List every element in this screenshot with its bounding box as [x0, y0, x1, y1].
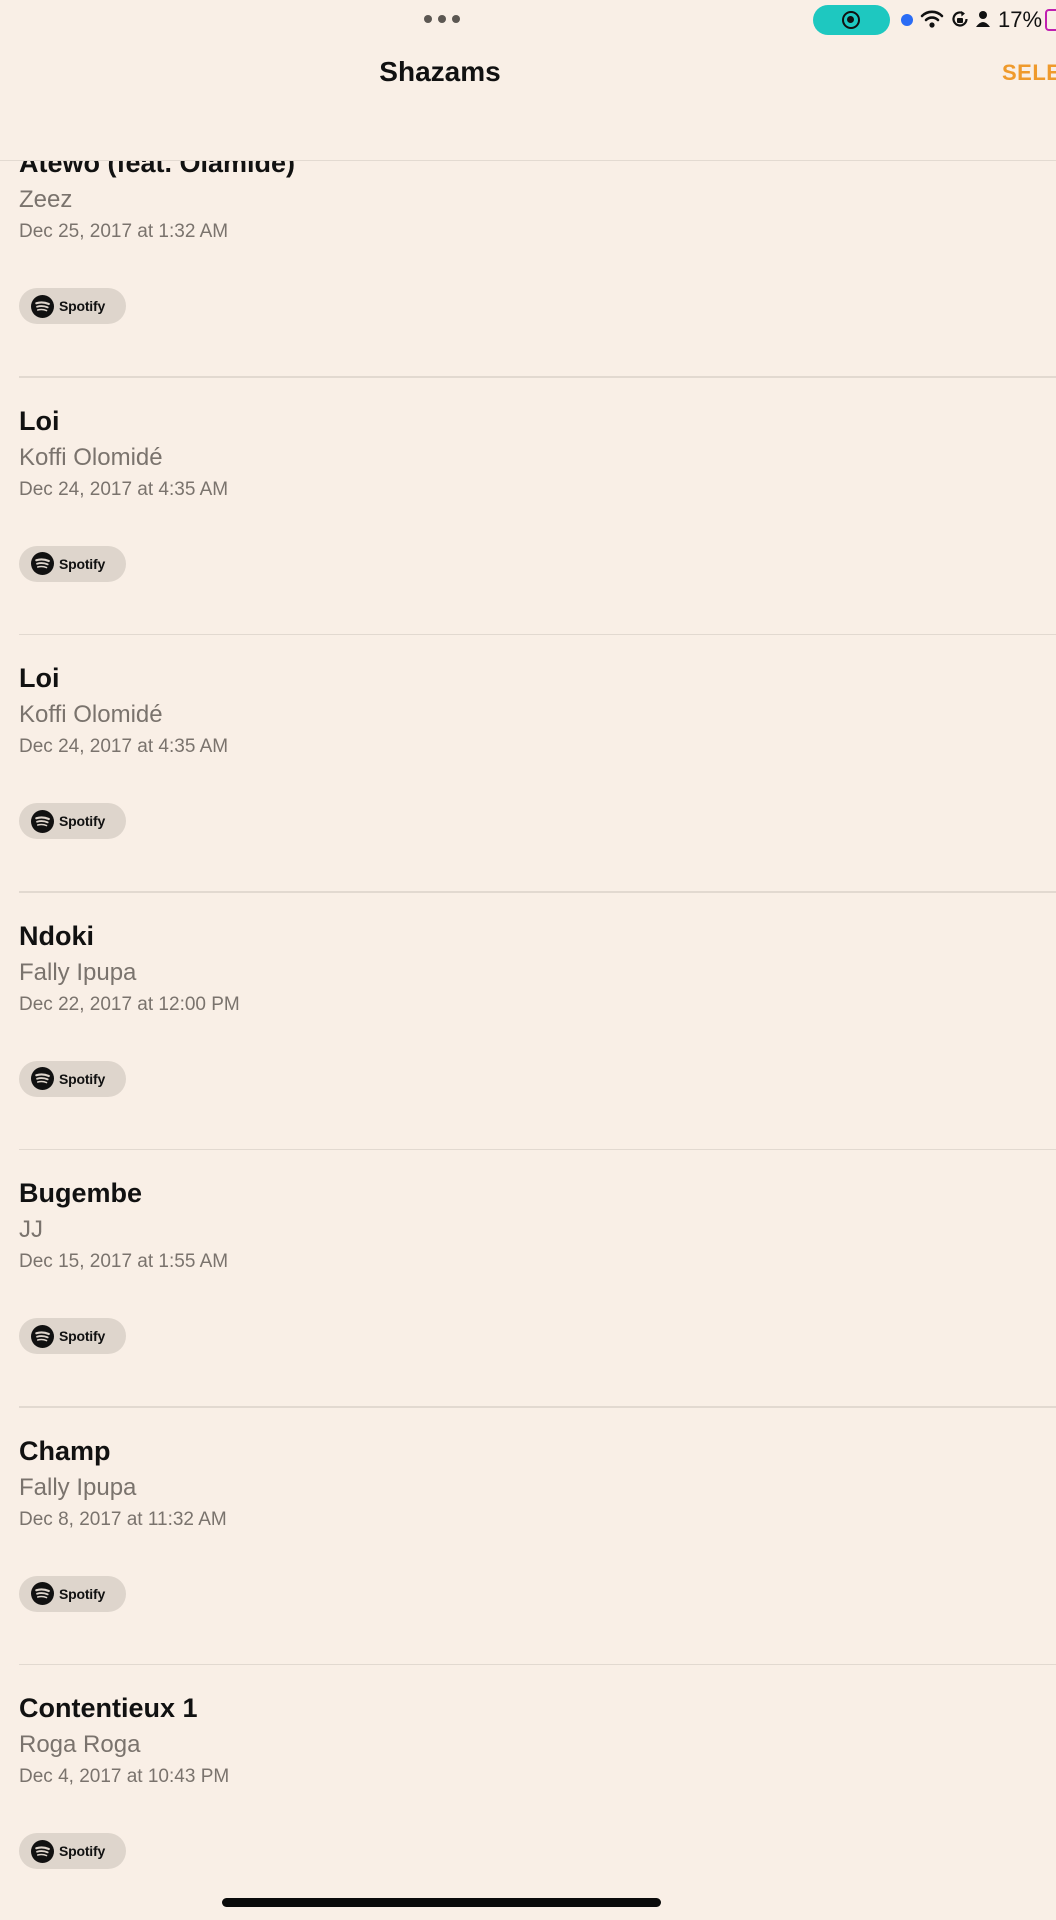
spotify-icon	[31, 294, 54, 318]
artist-name: JJ	[19, 1216, 43, 1243]
shazam-date: Dec 24, 2017 at 4:35 AM	[19, 478, 229, 500]
spotify-icon	[31, 809, 54, 833]
spotify-button[interactable]: Spotify	[19, 1318, 126, 1354]
nav-bar: Shazams SELECT	[0, 40, 1056, 161]
spotify-icon	[31, 552, 54, 575]
screen-record-icon[interactable]	[813, 5, 890, 35]
list-item[interactable]: Contentieux 1 Roga Roga Dec 4, 2017 at 1…	[0, 1665, 1056, 1920]
list-item[interactable]: Ndoki Fally Ipupa Dec 22, 2017 at 12:00 …	[0, 893, 1056, 1150]
spotify-button[interactable]: Spotify	[19, 1060, 126, 1097]
rotation-lock-icon	[952, 11, 968, 27]
shazam-date: Dec 15, 2017 at 1:55 AM	[19, 1251, 229, 1272]
song-title: Bugembe	[19, 1178, 143, 1208]
spotify-label: Spotify	[59, 1070, 106, 1087]
spotify-icon	[31, 1324, 54, 1348]
song-title: Champ	[19, 1435, 111, 1466]
artist-name: Roga Roga	[19, 1731, 141, 1758]
spotify-label: Spotify	[59, 1328, 106, 1344]
select-button[interactable]: SELECT	[1002, 60, 1056, 86]
artist-name: Fally Ipupa	[19, 958, 137, 986]
shazam-date: Dec 24, 2017 at 4:35 AM	[19, 736, 229, 757]
spotify-icon	[31, 1582, 54, 1605]
battery-icon	[1045, 9, 1056, 31]
spotify-label: Spotify	[59, 555, 106, 572]
spotify-button[interactable]: Spotify	[19, 1833, 126, 1869]
spotify-button[interactable]: Spotify	[19, 803, 126, 839]
shazam-date: Dec 22, 2017 at 12:00 PM	[19, 993, 240, 1015]
song-title: Atewo (feat. Olamide)	[19, 161, 296, 178]
list-item[interactable]: Champ Fally Ipupa Dec 8, 2017 at 11:32 A…	[0, 1408, 1056, 1665]
battery-percent: 17%	[998, 7, 1043, 32]
list-item[interactable]: Atewo (feat. Olamide) Zeez Dec 25, 2017 …	[0, 161, 1056, 378]
spotify-label: Spotify	[59, 1585, 106, 1602]
more-dots-icon[interactable]	[424, 12, 460, 26]
person-icon	[976, 11, 990, 27]
shazam-date: Dec 25, 2017 at 1:32 AM	[19, 221, 229, 242]
song-title: Loi	[19, 663, 60, 693]
shazam-date: Dec 8, 2017 at 11:32 AM	[19, 1508, 227, 1530]
list-item[interactable]: Bugembe JJ Dec 15, 2017 at 1:55 AM Spoti…	[0, 1150, 1056, 1408]
artist-name: Zeez	[19, 186, 73, 213]
song-title: Loi	[19, 405, 60, 436]
song-title: Contentieux 1	[19, 1693, 198, 1723]
shazam-list[interactable]: Atewo (feat. Olamide) Zeez Dec 25, 2017 …	[0, 161, 1056, 1920]
artist-name: Koffi Olomidé	[19, 701, 163, 728]
spotify-label: Spotify	[59, 1843, 106, 1859]
status-bar: 17%	[0, 0, 1056, 40]
shazam-date: Dec 4, 2017 at 10:43 PM	[19, 1766, 230, 1787]
spotify-button[interactable]: Spotify	[19, 1575, 126, 1612]
list-item[interactable]: Loi Koffi Olomidé Dec 24, 2017 at 4:35 A…	[0, 378, 1056, 635]
home-indicator[interactable]	[222, 1898, 661, 1907]
song-title: Ndoki	[19, 920, 95, 951]
spotify-button[interactable]: Spotify	[19, 288, 126, 324]
shazams-screen: Atewo (feat. Olamide) Zeez Dec 25, 2017 …	[0, 0, 1056, 1920]
location-dot-icon	[901, 14, 913, 26]
spotify-label: Spotify	[59, 298, 106, 314]
page-title: Shazams	[379, 56, 501, 87]
spotify-label: Spotify	[59, 813, 106, 829]
spotify-icon	[31, 1067, 54, 1090]
artist-name: Koffi Olomidé	[19, 443, 163, 471]
spotify-icon	[31, 1839, 54, 1863]
artist-name: Fally Ipupa	[19, 1473, 137, 1501]
wifi-icon	[920, 10, 944, 28]
list-item[interactable]: Loi Koffi Olomidé Dec 24, 2017 at 4:35 A…	[0, 635, 1056, 893]
spotify-button[interactable]: Spotify	[19, 545, 126, 582]
shazam-list-content: Atewo (feat. Olamide) Zeez Dec 25, 2017 …	[0, 161, 1056, 1920]
